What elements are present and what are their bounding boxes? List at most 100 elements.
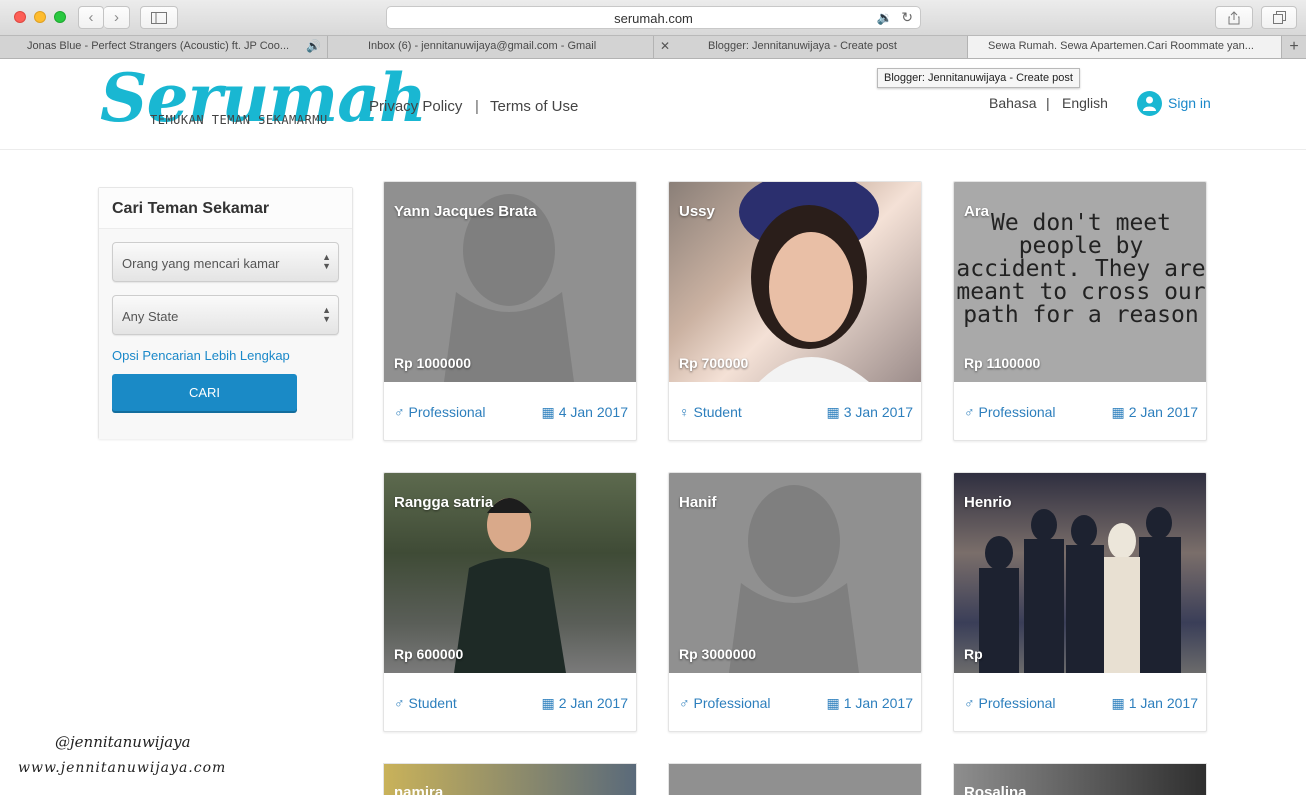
listing-name: Ussy	[679, 203, 715, 220]
speaker-icon[interactable]: 🔊	[306, 39, 321, 53]
tab-serumah[interactable]: Sewa Rumah. Sewa Apartemen.Cari Roommate…	[968, 36, 1282, 58]
reload-icon[interactable]: ↻	[901, 9, 913, 26]
tab-jonas-blue[interactable]: Jonas Blue - Perfect Strangers (Acoustic…	[0, 36, 328, 58]
quote-image-text: We don't meet people by accident. They a…	[956, 210, 1206, 328]
listing-card[interactable]: namira	[383, 763, 637, 795]
listing-date: ▦ 1 Jan 2017	[826, 695, 913, 712]
address-url: serumah.com	[614, 11, 693, 26]
tab-label: Sewa Rumah. Sewa Apartemen.Cari Roommate…	[988, 40, 1254, 52]
listing-card[interactable]: Rangga satria Rp 600000 ♂ Student ▦ 2 Jan …	[383, 472, 637, 732]
listing-name: Rosalina	[964, 784, 1027, 795]
language-english-link[interactable]: English	[1062, 95, 1108, 111]
listing-photo-placeholder: Yann Jacques Brata Rp 1000000	[384, 182, 636, 382]
listing-date-text: 4 Jan 2017	[558, 404, 628, 420]
listing-role-text: Professional	[408, 404, 486, 420]
listing-name: Henrio	[964, 494, 1012, 511]
listing-price: Rp 1000000	[394, 355, 472, 371]
back-button[interactable]: ‹	[78, 6, 104, 29]
user-icon[interactable]	[1137, 91, 1162, 116]
listing-photo: Henrio Rp	[954, 473, 1206, 673]
listing-role-text: Professional	[693, 695, 771, 711]
listing-card[interactable]: Rosalina	[953, 763, 1207, 795]
seeker-type-select[interactable]: Orang yang mencari kamar ▲ ▼	[112, 242, 339, 282]
tab-blogger[interactable]: ✕ Blogger: Jennitanuwijaya - Create post	[654, 36, 968, 58]
calendar-icon: ▦	[826, 404, 840, 420]
listing-role-text: Professional	[978, 695, 1056, 711]
close-window-button[interactable]	[14, 11, 26, 23]
terms-of-use-link[interactable]: Terms of Use	[490, 98, 578, 115]
site-header: Serumah TEMUKAN TEMAN SEKAMARMU Privacy …	[0, 59, 1306, 150]
watermark-handle: @jennitanuwijaya	[55, 733, 191, 751]
listing-price: Rp 700000	[679, 355, 749, 371]
speaker-icon[interactable]: 🔉	[877, 10, 893, 26]
tab-gmail-inbox[interactable]: Inbox (6) - jennitanuwijaya@gmail.com - …	[328, 36, 654, 58]
listing-card[interactable]: Yann Jacques Brata Rp 1000000 ♂ Professio…	[383, 181, 637, 441]
sign-in-link[interactable]: Sign in	[1168, 95, 1211, 111]
listing-name: Hanif	[679, 494, 717, 511]
sidebar-toggle-button[interactable]	[140, 6, 178, 29]
listing-role-text: Professional	[978, 404, 1056, 420]
listing-footer: ♂ Professional ▦ 1 Jan 2017	[669, 673, 921, 731]
listing-date-text: 2 Jan 2017	[558, 695, 628, 711]
listing-date-text: 1 Jan 2017	[843, 695, 913, 711]
listing-role: ♂ Professional	[394, 404, 486, 420]
listing-date-text: 2 Jan 2017	[1128, 404, 1198, 420]
calendar-icon: ▦	[541, 695, 555, 711]
calendar-icon: ▦	[541, 404, 555, 420]
calendar-icon: ▦	[1111, 695, 1125, 711]
listing-date: ▦ 4 Jan 2017	[541, 404, 628, 421]
nav-separator: |	[475, 98, 479, 115]
tab-label: Jonas Blue - Perfect Strangers (Acoustic…	[27, 40, 290, 52]
listing-card[interactable]: Ussy Rp 700000 ♀ Student ▦ 3 Jan 2017	[668, 181, 922, 441]
forward-button[interactable]: ›	[104, 6, 130, 29]
advanced-search-link[interactable]: Opsi Pencarian Lebih Lengkap	[112, 348, 339, 363]
listing-price: Rp	[964, 646, 983, 662]
male-symbol-icon: ♂	[679, 695, 690, 711]
chevron-right-icon: ›	[114, 9, 119, 26]
tabs-icon	[1272, 11, 1286, 24]
listing-footer: ♂ Professional ▦ 4 Jan 2017	[384, 382, 636, 440]
share-button[interactable]	[1215, 6, 1253, 29]
tab-label: Blogger: Jennitanuwijaya - Create post	[708, 40, 897, 52]
search-button[interactable]: CARI	[112, 374, 297, 411]
close-tab-icon[interactable]: ✕	[660, 39, 670, 53]
tab-bar: Jonas Blue - Perfect Strangers (Acoustic…	[0, 36, 1306, 59]
listing-photo: Ussy Rp 700000	[669, 182, 921, 382]
listing-date: ▦ 1 Jan 2017	[1111, 695, 1198, 712]
listing-card[interactable]	[668, 763, 922, 795]
listing-card[interactable]: We don't meet people by accident. They a…	[953, 181, 1207, 441]
listing-footer: ♂ Professional ▦ 2 Jan 2017	[954, 382, 1206, 440]
listing-price: Rp 600000	[394, 646, 464, 662]
updown-arrow-icon: ▲ ▼	[322, 252, 331, 271]
listing-role: ♂ Professional	[679, 695, 771, 711]
listing-role-text: Student	[693, 404, 742, 420]
listing-date-text: 3 Jan 2017	[843, 404, 913, 420]
search-panel: Cari Teman Sekamar Orang yang mencari ka…	[98, 187, 353, 439]
listing-role: ♀ Student	[679, 404, 742, 420]
listing-card[interactable]: Henrio Rp ♂ Professional ▦ 1 Jan 2017	[953, 472, 1207, 732]
listing-footer: ♂ Student ▦ 2 Jan 2017	[384, 673, 636, 731]
state-select[interactable]: Any State ▲ ▼	[112, 295, 339, 335]
state-value: Any State	[122, 309, 179, 324]
male-symbol-icon: ♂	[394, 695, 405, 711]
minimize-window-button[interactable]	[34, 11, 46, 23]
zoom-window-button[interactable]	[54, 11, 66, 23]
tab-label: Inbox (6) - jennitanuwijaya@gmail.com - …	[368, 40, 597, 52]
new-tab-button[interactable]: +	[1282, 36, 1306, 58]
watermark-site: www.jennitanuwijaya.com	[18, 760, 227, 776]
tab-overview-button[interactable]	[1261, 6, 1297, 29]
male-symbol-icon: ♂	[964, 404, 975, 420]
browser-toolbar: ‹ › serumah.com 🔉 ↻	[0, 0, 1306, 36]
listing-role: ♂ Student	[394, 695, 457, 711]
male-symbol-icon: ♂	[394, 404, 405, 420]
address-bar[interactable]: serumah.com 🔉 ↻	[386, 6, 921, 29]
listing-name: Yann Jacques Brata	[394, 203, 537, 220]
listing-card[interactable]: Hanif Rp 3000000 ♂ Professional ▦ 1 Jan 20…	[668, 472, 922, 732]
privacy-policy-link[interactable]: Privacy Policy	[369, 98, 462, 115]
search-panel-body: Orang yang mencari kamar ▲ ▼ Any State ▲ ▼…	[99, 229, 352, 439]
language-bahasa-link[interactable]: Bahasa	[989, 95, 1036, 111]
listing-name: namira	[394, 784, 444, 795]
tab-tooltip: Blogger: Jennitanuwijaya - Create post	[877, 68, 1080, 88]
listing-price: Rp 1100000	[964, 355, 1041, 371]
listing-date: ▦ 2 Jan 2017	[541, 695, 628, 712]
